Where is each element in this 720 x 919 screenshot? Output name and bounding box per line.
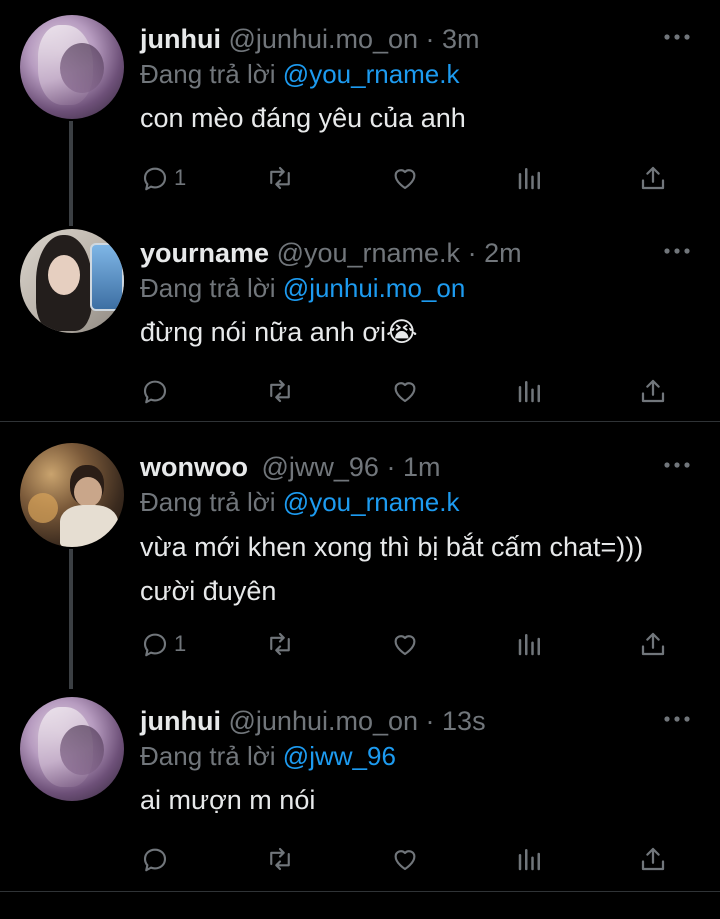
tweet-junhui-2[interactable]: junhui @junhui.mo_on · 13s Đang trả lời … — [0, 697, 720, 887]
share-button[interactable] — [638, 624, 668, 664]
reply-button[interactable]: 1 — [140, 624, 186, 664]
tweet-wonwoo[interactable]: wonwoo @jww_96 · 1m Đang trả lời @you_rn… — [0, 443, 720, 689]
reply-mention[interactable]: @you_rname.k — [283, 59, 460, 89]
timestamp[interactable]: · 13s — [426, 706, 486, 736]
timestamp[interactable]: · 3m — [426, 24, 480, 54]
reply-mention[interactable]: @junhui.mo_on — [283, 273, 466, 303]
author-row: wonwoo @jww_96 · 1m — [140, 451, 440, 483]
reply-button[interactable] — [140, 839, 174, 879]
analytics-button[interactable] — [515, 624, 545, 664]
reply-count: 1 — [174, 631, 187, 656]
replying-to: Đang trả lời @junhui.mo_on — [140, 273, 465, 303]
replying-to: Đang trả lời @jww_96 — [140, 741, 396, 771]
like-icon — [394, 850, 416, 871]
author-row: yourname @you_rname.k · 2m — [140, 237, 522, 269]
reply-count: 1 — [174, 165, 187, 190]
retweet-button[interactable] — [265, 158, 295, 198]
tweet-junhui-1[interactable]: junhui @junhui.mo_on · 3m Đang trả lời @… — [0, 15, 720, 226]
tweet-text: đừng nói nữa anh ơi😭 — [140, 317, 418, 347]
share-icon — [641, 379, 665, 403]
divider — [0, 891, 720, 892]
retweet-icon — [270, 166, 290, 190]
more-icon[interactable] — [664, 247, 690, 255]
reply-icon — [143, 633, 167, 657]
author-name[interactable]: yourname — [140, 238, 269, 268]
author-row: junhui @junhui.mo_on · 13s — [140, 705, 486, 737]
retweet-icon — [270, 847, 290, 871]
avatar[interactable] — [20, 229, 124, 333]
tweet-actions — [140, 839, 700, 879]
reply-icon — [143, 848, 167, 872]
author-handle[interactable]: @junhui.mo_on — [229, 24, 419, 54]
replying-to-label: Đang trả lời — [140, 59, 276, 89]
reply-button[interactable]: 1 — [140, 158, 186, 198]
share-button[interactable] — [638, 158, 668, 198]
thread-line — [69, 549, 73, 689]
share-icon — [641, 847, 665, 871]
analytics-icon — [518, 634, 540, 656]
replying-to: Đang trả lời @you_rname.k — [140, 487, 460, 517]
avatar[interactable] — [20, 697, 124, 801]
retweet-icon — [270, 632, 290, 656]
timestamp[interactable]: · 1m — [386, 452, 440, 482]
replying-to: Đang trả lời @you_rname.k — [140, 59, 460, 89]
more-icon[interactable] — [664, 33, 690, 41]
author-handle[interactable]: @junhui.mo_on — [229, 706, 419, 736]
share-icon — [641, 632, 665, 656]
analytics-button[interactable] — [515, 839, 545, 879]
reply-mention[interactable]: @jww_96 — [283, 741, 396, 771]
reply-icon — [143, 167, 167, 191]
reply-mention[interactable]: @you_rname.k — [283, 487, 460, 517]
like-button[interactable] — [390, 839, 420, 879]
tweet-actions: 1 — [140, 624, 700, 664]
like-icon — [394, 169, 416, 190]
author-name[interactable]: wonwoo — [140, 452, 248, 482]
replying-to-label: Đang trả lời — [140, 273, 276, 303]
analytics-button[interactable] — [515, 158, 545, 198]
reply-button[interactable] — [140, 371, 174, 411]
divider — [0, 421, 720, 422]
author-row: junhui @junhui.mo_on · 3m — [140, 23, 480, 55]
like-button[interactable] — [390, 371, 420, 411]
avatar[interactable] — [20, 443, 124, 547]
analytics-icon — [518, 849, 540, 871]
analytics-icon — [518, 168, 540, 190]
avatar[interactable] — [20, 15, 124, 119]
analytics-icon — [518, 381, 540, 403]
more-icon[interactable] — [664, 461, 690, 469]
share-button[interactable] — [638, 839, 668, 879]
retweet-button[interactable] — [265, 371, 295, 411]
retweet-icon — [270, 379, 290, 403]
reply-icon — [143, 380, 167, 404]
tweet-text: vừa mới khen xong thì bị bắt cấm chat=))… — [140, 532, 644, 606]
retweet-button[interactable] — [265, 624, 295, 664]
tweet-yourname[interactable]: yourname @you_rname.k · 2m Đang trả lời … — [0, 229, 720, 419]
tweet-text: con mèo đáng yêu của anh — [140, 103, 466, 133]
like-icon — [394, 635, 416, 656]
share-icon — [641, 166, 665, 190]
analytics-button[interactable] — [515, 371, 545, 411]
like-icon — [394, 382, 416, 403]
author-name[interactable]: junhui — [140, 706, 221, 736]
thread-line — [69, 121, 73, 226]
author-name[interactable]: junhui — [140, 24, 221, 54]
tweet-actions — [140, 371, 700, 411]
replying-to-label: Đang trả lời — [140, 741, 276, 771]
retweet-button[interactable] — [265, 839, 295, 879]
like-button[interactable] — [390, 158, 420, 198]
author-handle[interactable]: @you_rname.k — [277, 238, 461, 268]
more-icon[interactable] — [664, 715, 690, 723]
like-button[interactable] — [390, 624, 420, 664]
share-button[interactable] — [638, 371, 668, 411]
tweet-actions: 1 — [140, 158, 700, 198]
author-handle[interactable]: @jww_96 — [262, 452, 379, 482]
replying-to-label: Đang trả lời — [140, 487, 276, 517]
tweet-text: ai mượn m nói — [140, 785, 316, 815]
timestamp[interactable]: · 2m — [468, 238, 522, 268]
